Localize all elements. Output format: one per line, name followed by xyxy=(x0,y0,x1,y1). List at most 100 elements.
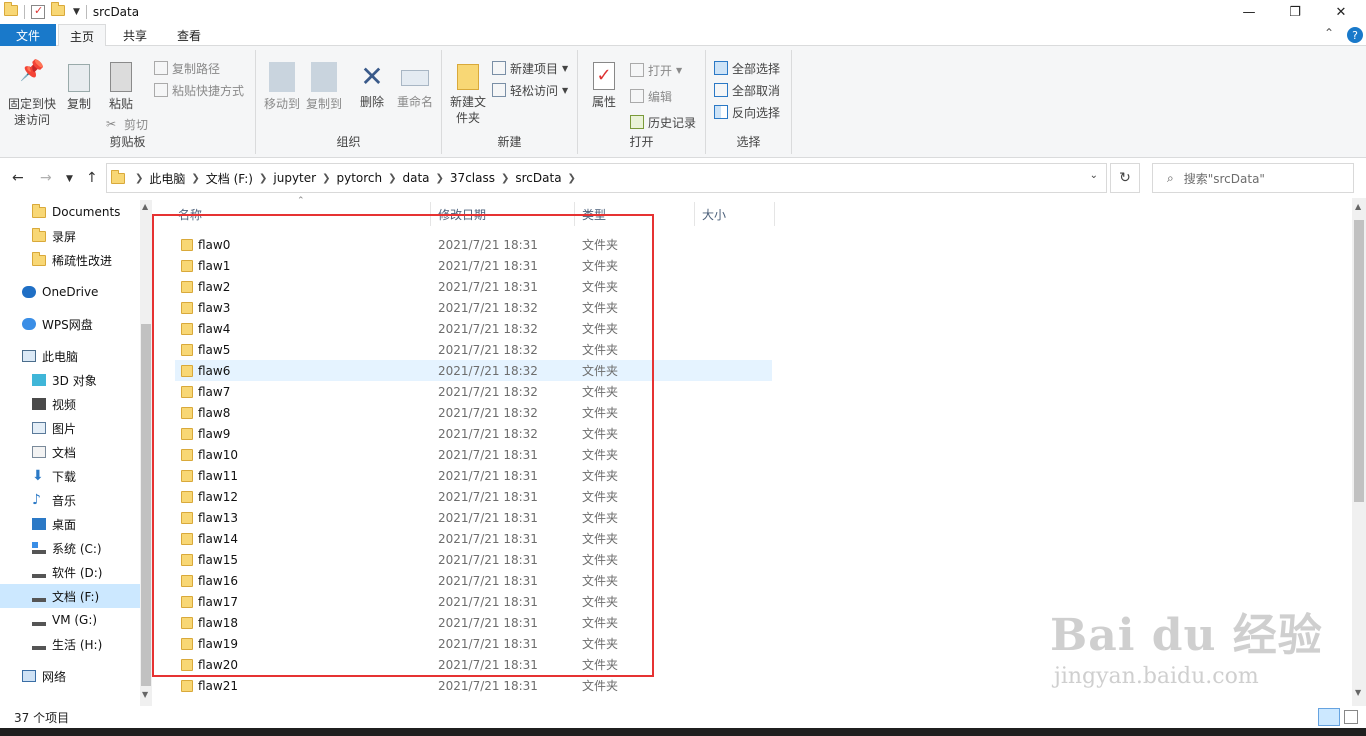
breadcrumb-item[interactable]: jupyter xyxy=(273,171,316,185)
delete-x-icon: ✕ xyxy=(360,60,384,93)
address-bar[interactable]: ❯ 此电脑 ❯ 文档 (F:) ❯ jupyter ❯ pytorch ❯ da… xyxy=(106,163,1107,193)
paste-shortcut-button[interactable]: 粘贴快捷方式 xyxy=(154,80,244,100)
forward-arrow-icon[interactable]: → xyxy=(40,170,52,186)
nav-item-3d-objects[interactable]: 3D 对象 xyxy=(32,368,97,392)
address-history-dropdown-icon[interactable]: ⌄ xyxy=(1090,170,1098,181)
chevron-right-icon[interactable]: ❯ xyxy=(191,173,199,184)
customize-toolbar-icon[interactable]: ▼ xyxy=(73,7,80,17)
highlight-annotation-box xyxy=(152,214,654,677)
nav-item-wps[interactable]: WPS网盘 xyxy=(22,312,93,336)
copy-icon xyxy=(68,64,90,92)
nav-item-drive-c[interactable]: 系统 (C:) xyxy=(32,536,102,560)
breadcrumb-item[interactable]: pytorch xyxy=(336,171,382,185)
new-item-button[interactable]: 新建项目 ▼ xyxy=(492,58,568,78)
nav-item-sparsity[interactable]: 稀疏性改进 xyxy=(32,248,112,272)
chevron-right-icon[interactable]: ❯ xyxy=(568,173,576,184)
delete-button[interactable]: ✕ 删除 xyxy=(354,60,390,110)
select-all-button[interactable]: 全部选择 xyxy=(714,58,780,78)
nav-scrollbar[interactable]: ▲ ▼ xyxy=(140,200,152,706)
copy-to-button[interactable]: 复制到 xyxy=(302,60,346,112)
chevron-right-icon[interactable]: ❯ xyxy=(436,173,444,184)
invert-selection-button[interactable]: 反向选择 xyxy=(714,102,780,122)
copy-path-button[interactable]: 复制路径 xyxy=(154,58,220,78)
nav-item-drive-d[interactable]: 软件 (D:) xyxy=(32,560,102,584)
cut-button[interactable]: ✂ 剪切 xyxy=(106,114,148,134)
navigation-pane: Documents 录屏 稀疏性改进 OneDrive WPS网盘 此电脑 3D… xyxy=(0,198,152,706)
edit-icon xyxy=(630,89,644,103)
nav-item-documents[interactable]: Documents xyxy=(32,200,120,224)
recent-locations-icon[interactable]: ▼ xyxy=(66,174,73,184)
nav-item-videos[interactable]: 视频 xyxy=(32,392,76,416)
nav-item-drive-h[interactable]: 生活 (H:) xyxy=(32,632,102,656)
breadcrumb-item[interactable]: 文档 (F:) xyxy=(206,170,253,187)
copy-button[interactable]: 复制 xyxy=(62,62,96,112)
nav-item-downloads[interactable]: ⬇ 下载 xyxy=(32,464,76,488)
tab-home[interactable]: 主页 xyxy=(58,24,106,47)
minimize-button[interactable]: — xyxy=(1226,0,1272,24)
move-to-button[interactable]: 移动到 xyxy=(260,60,304,112)
cloud-icon xyxy=(22,318,36,330)
music-note-icon: ♪ xyxy=(32,492,41,508)
refresh-button[interactable]: ↻ xyxy=(1110,163,1140,193)
column-divider[interactable] xyxy=(694,202,695,226)
file-date: 2021/7/21 18:31 xyxy=(438,678,538,693)
close-button[interactable]: ✕ xyxy=(1318,0,1364,24)
nav-item-drive-f[interactable]: 文档 (F:) xyxy=(0,584,140,608)
nav-item-desktop[interactable]: 桌面 xyxy=(32,512,76,536)
refresh-icon: ↻ xyxy=(1119,170,1131,186)
properties-icon: ✓ xyxy=(593,62,615,90)
up-arrow-icon[interactable]: ↑ xyxy=(86,170,98,186)
help-icon[interactable]: ? xyxy=(1347,27,1363,43)
breadcrumb-item[interactable]: data xyxy=(403,171,430,185)
chevron-right-icon[interactable]: ❯ xyxy=(259,173,267,184)
download-arrow-icon: ⬇ xyxy=(32,468,44,484)
rename-button[interactable]: 重命名 xyxy=(392,60,438,110)
nav-item-documents-lib[interactable]: 文档 xyxy=(32,440,76,464)
item-count: 37 个项目 xyxy=(14,710,70,725)
nav-item-pictures[interactable]: 图片 xyxy=(32,416,76,440)
edit-button[interactable]: 编辑 xyxy=(630,86,672,106)
chevron-right-icon[interactable]: ❯ xyxy=(135,173,143,184)
tab-share[interactable]: 共享 xyxy=(110,24,160,47)
breadcrumb-item[interactable]: 此电脑 xyxy=(149,170,185,187)
new-folder-button[interactable]: 新建文件夹 xyxy=(446,60,490,126)
back-arrow-icon[interactable]: ← xyxy=(12,170,24,186)
paste-button[interactable]: 粘贴 xyxy=(104,60,138,112)
desktop-icon xyxy=(32,518,46,530)
file-tab[interactable]: 文件 xyxy=(0,24,56,46)
chevron-right-icon[interactable]: ❯ xyxy=(501,173,509,184)
nav-scrollbar-thumb[interactable] xyxy=(141,324,151,686)
new-folder-icon[interactable] xyxy=(51,2,65,19)
open-button[interactable]: 打开 ▼ xyxy=(630,60,682,80)
nav-item-network[interactable]: 网络 xyxy=(22,664,66,688)
file-list-scrollbar-thumb[interactable] xyxy=(1354,220,1364,502)
nav-item-music[interactable]: ♪ 音乐 xyxy=(32,488,76,512)
file-row[interactable]: flaw21 2021/7/21 18:31 文件夹 xyxy=(175,675,772,696)
breadcrumb-item[interactable]: srcData xyxy=(515,171,561,185)
restore-button[interactable]: ❐ xyxy=(1272,0,1318,24)
breadcrumb: ❯ 此电脑 ❯ 文档 (F:) ❯ jupyter ❯ pytorch ❯ da… xyxy=(111,164,582,192)
pin-quick-access-button[interactable]: 📌 固定到快速访问 xyxy=(4,60,60,128)
properties-button[interactable]: ✓ 属性 xyxy=(586,60,622,110)
nav-item-onedrive[interactable]: OneDrive xyxy=(22,280,98,304)
history-button[interactable]: 历史记录 xyxy=(630,112,696,132)
folder-icon xyxy=(4,2,18,19)
easy-access-button[interactable]: 轻松访问 ▼ xyxy=(492,80,568,100)
taskbar xyxy=(0,728,1366,736)
folder-icon xyxy=(32,251,46,266)
breadcrumb-item[interactable]: 37class xyxy=(450,171,495,185)
nav-item-this-pc[interactable]: 此电脑 xyxy=(22,344,78,368)
chevron-right-icon[interactable]: ❯ xyxy=(322,173,330,184)
search-input[interactable]: ⌕ 搜索"srcData" xyxy=(1152,163,1354,193)
details-view-icon[interactable] xyxy=(1318,708,1340,726)
nav-item-recordings[interactable]: 录屏 xyxy=(32,224,76,248)
properties-icon[interactable]: ✓ xyxy=(31,4,45,19)
large-icons-view-icon[interactable] xyxy=(1344,710,1358,724)
column-header-size[interactable]: 大小 xyxy=(702,200,726,228)
nav-item-drive-g[interactable]: VM (G:) xyxy=(32,608,97,632)
tab-view[interactable]: 查看 xyxy=(164,24,214,47)
chevron-right-icon[interactable]: ❯ xyxy=(388,173,396,184)
collapse-ribbon-icon[interactable]: ⌃ xyxy=(1324,26,1334,40)
column-divider[interactable] xyxy=(774,202,775,226)
select-none-button[interactable]: 全部取消 xyxy=(714,80,780,100)
